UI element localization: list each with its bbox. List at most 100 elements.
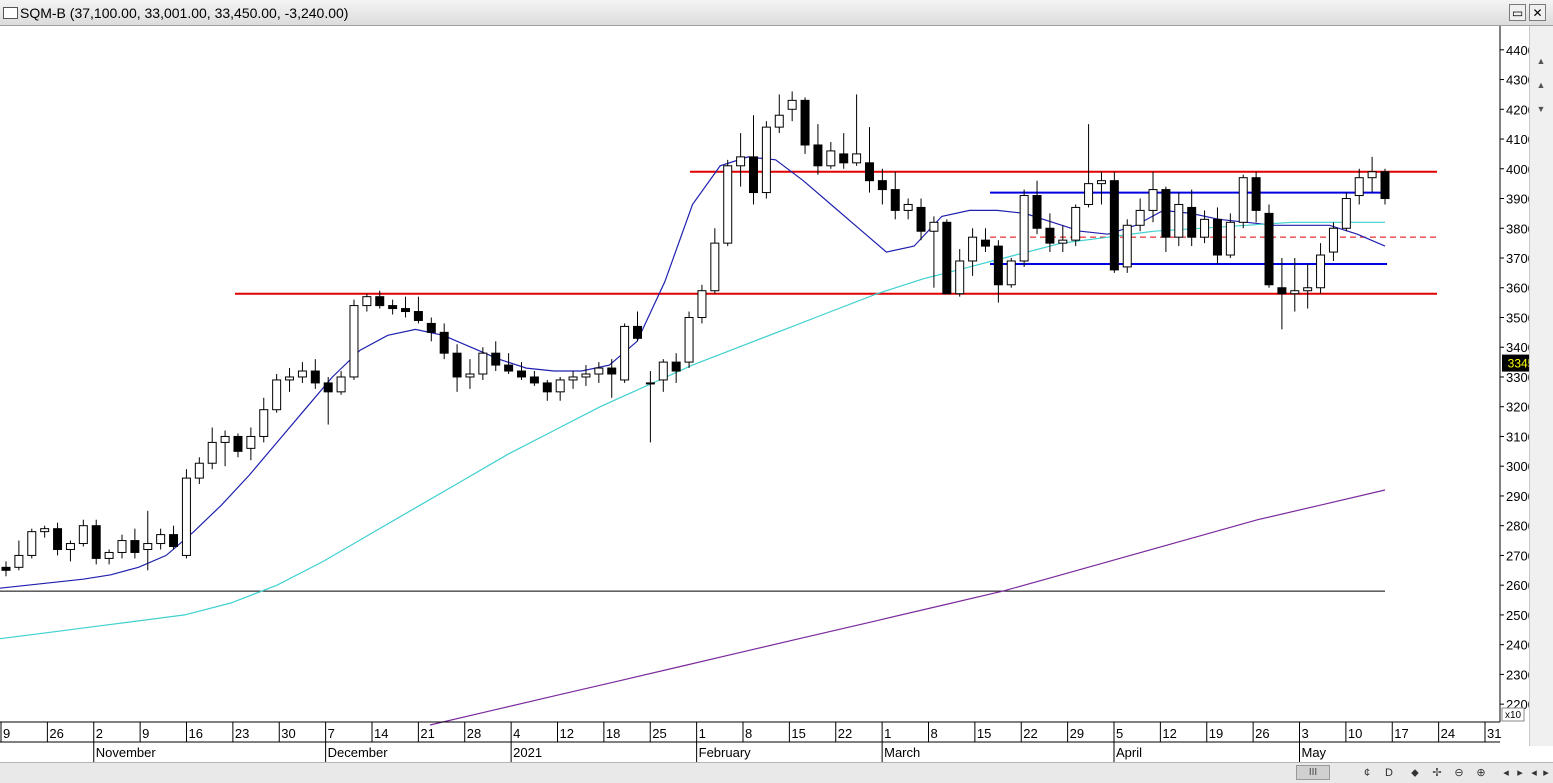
candle-body (375, 296, 385, 307)
y-tick-label: 3500 (1506, 310, 1529, 325)
candle-body (1019, 195, 1029, 262)
scroll-right-icon[interactable]: ▸ (1514, 765, 1526, 781)
candle-body (104, 551, 114, 559)
candle-body (1135, 209, 1145, 226)
candle-body (1380, 171, 1390, 200)
x-tick-label: 30 (281, 726, 295, 741)
candle-body (929, 221, 939, 232)
candle-body (607, 367, 617, 375)
x-tick-label: 14 (374, 726, 388, 741)
candle-body (388, 305, 398, 310)
candle-body (1264, 212, 1274, 286)
candle-body (1200, 218, 1210, 238)
y-tick-label: 3900 (1506, 192, 1529, 207)
candle-body (749, 156, 758, 194)
candle-body (40, 528, 50, 533)
candle-body (465, 373, 475, 378)
candle-body (362, 296, 372, 307)
candle-body (645, 382, 655, 385)
candle-body (968, 236, 978, 262)
x-tick-label: 29 (1070, 726, 1084, 741)
x-tick-label: 2 (96, 726, 103, 741)
x-tick-label: 25 (652, 726, 666, 741)
x-tick-label: 16 (189, 726, 203, 741)
y-tick-label: 3400 (1506, 340, 1529, 355)
candle-body (916, 206, 926, 232)
y-tick-label: 4100 (1506, 132, 1529, 147)
restore-button[interactable]: ▭ (1509, 4, 1526, 21)
scroll-up-icon[interactable]: ▲ (1533, 78, 1549, 92)
y-tick-label: 2500 (1506, 608, 1529, 623)
month-label: December (328, 745, 389, 760)
candlestick-chart[interactable]: 2200230024002500260027002800290030003100… (0, 26, 1529, 762)
x-tick-label: 4 (513, 726, 520, 741)
candle-body (1084, 183, 1094, 205)
zoom-in-icon[interactable]: ⊕ (1474, 765, 1488, 781)
candle-body (1148, 189, 1158, 211)
candle-body (413, 311, 423, 321)
cent-icon[interactable]: ¢ (1360, 765, 1374, 781)
x-tick-label: 1 (884, 726, 891, 741)
candle-body (130, 540, 140, 553)
candle-body (272, 379, 282, 411)
y-tick-label: 3200 (1506, 400, 1529, 415)
period-icon[interactable]: ⬥ (1408, 765, 1422, 781)
move-icon[interactable]: ✢ (1430, 765, 1444, 781)
candle-body (401, 308, 411, 313)
candle-body (233, 435, 243, 452)
scroll-left-icon[interactable]: ◂ (1500, 765, 1512, 781)
candle-body (555, 379, 565, 393)
candle-body (78, 525, 88, 545)
horizontal-scroll-thumb[interactable]: III (1296, 765, 1330, 780)
x-tick-label: 24 (1441, 726, 1455, 741)
vertical-scrollbar[interactable]: ▲ ▲ ▼ (1529, 26, 1553, 746)
y-tick-label: 2900 (1506, 489, 1529, 504)
chart-toolbar: III ¢ D ⬥ ✢ ⊖ ⊕ ◂ ▸ ◂ ▸ (0, 762, 1553, 783)
candle-body (285, 376, 295, 381)
x-tick-label: 12 (560, 726, 574, 741)
x-tick-label: 21 (420, 726, 434, 741)
x-tick-label: 9 (142, 726, 149, 741)
candle-body (955, 260, 965, 295)
page-right-icon[interactable]: ▸ (1540, 765, 1552, 781)
candle-body (504, 364, 514, 372)
y-tick-label: 3000 (1506, 459, 1529, 474)
candle-body (710, 242, 720, 292)
month-label: March (884, 745, 920, 760)
scroll-down-icon[interactable]: ▼ (1533, 102, 1549, 116)
candle-body (1096, 180, 1106, 185)
candle-body (1161, 189, 1171, 238)
month-label: November (96, 745, 157, 760)
y-tick-label: 3300 (1506, 370, 1529, 385)
candle-body (297, 370, 307, 378)
page-left-icon[interactable]: ◂ (1528, 765, 1540, 781)
daily-button[interactable]: D (1382, 765, 1396, 781)
y-tick-label: 4200 (1506, 102, 1529, 117)
close-button[interactable]: ✕ (1529, 4, 1546, 21)
candle-body (259, 409, 269, 437)
candle-body (1341, 198, 1351, 229)
candle-body (1354, 177, 1364, 197)
candle-body (478, 352, 488, 375)
x-tick-label: 9 (3, 726, 10, 741)
candle-body (658, 361, 668, 381)
zoom-out-icon[interactable]: ⊖ (1452, 765, 1466, 781)
candle-body (1316, 254, 1326, 289)
x-tick-label: 12 (1162, 726, 1176, 741)
candle-body (1303, 287, 1313, 292)
candle-body (620, 325, 630, 381)
x-tick-label: 26 (49, 726, 63, 741)
candle-body (246, 435, 256, 449)
candle-body (1328, 227, 1338, 253)
candle-body (517, 370, 527, 378)
x-tick-label: 22 (838, 726, 852, 741)
candle-body (839, 153, 849, 164)
candle-body (542, 382, 552, 393)
month-label: April (1116, 745, 1142, 760)
x-tick-label: 26 (1255, 726, 1269, 741)
y-tick-label: 3800 (1506, 221, 1529, 236)
candle-body (826, 150, 836, 167)
candle-body (1367, 171, 1377, 179)
candle-body (27, 531, 37, 556)
scroll-up-icon[interactable]: ▲ (1533, 54, 1549, 68)
